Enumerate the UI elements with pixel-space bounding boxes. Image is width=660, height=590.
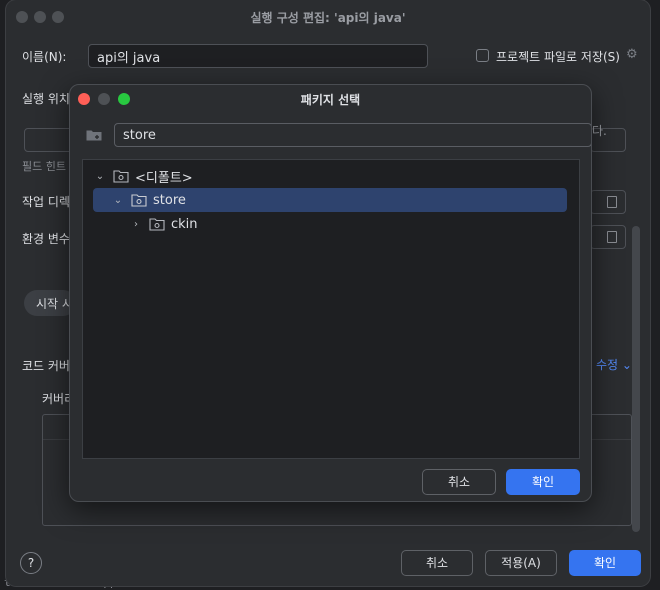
field-hint-label: 필드 힌트 — [22, 160, 66, 173]
chevron-down-icon[interactable]: ⌄ — [93, 169, 107, 183]
modify-link-label: 수정 — [596, 358, 619, 372]
ok-button[interactable]: 확인 — [569, 550, 641, 576]
chevron-down-icon: ⌄ — [621, 358, 632, 372]
package-search-input[interactable] — [114, 123, 591, 147]
tree-node-label: store — [153, 192, 186, 208]
chevron-right-icon[interactable]: › — [129, 217, 143, 231]
window-zoom-button[interactable] — [52, 11, 64, 23]
package-icon — [113, 170, 129, 183]
scrollbar[interactable] — [632, 226, 640, 532]
tree-node-default[interactable]: ⌄ <디폴트> — [93, 164, 563, 188]
tree-node-store[interactable]: ⌄ store — [93, 188, 567, 212]
run-on-label: 실행 위치 — [22, 92, 70, 106]
tree-node-ckin[interactable]: › ckin — [93, 212, 563, 236]
window-minimize-button[interactable] — [34, 11, 46, 23]
truncated-text: 다. — [592, 124, 607, 138]
package-icon — [149, 218, 165, 231]
package-chooser-title: 패키지 선택 — [300, 92, 361, 107]
name-input[interactable] — [88, 44, 428, 68]
env-vars-label: 환경 변수 — [22, 232, 70, 246]
run-config-titlebar: 실행 구성 편집: 'api의 java' — [6, 0, 650, 34]
package-tree: ⌄ <디폴트> ⌄ store › ckin — [82, 159, 580, 459]
package-cancel-button[interactable]: 취소 — [422, 469, 496, 495]
minimize-button[interactable] — [98, 93, 110, 105]
gear-icon[interactable]: ⚙ — [626, 48, 640, 62]
tree-node-label: ckin — [171, 216, 198, 232]
chevron-down-icon[interactable]: ⌄ — [111, 193, 125, 207]
name-label: 이름(N): — [22, 50, 67, 64]
package-chooser-dialog: 패키지 선택 ⌄ <디폴트> ⌄ store › — [69, 84, 592, 502]
modify-link[interactable]: 수정 ⌄ — [596, 356, 632, 373]
help-button[interactable]: ? — [20, 552, 42, 574]
browse-icon[interactable] — [607, 196, 617, 208]
store-as-project-file-label: 프로젝트 파일로 저장(S) — [496, 50, 620, 64]
tree-node-label: <디폴트> — [135, 170, 193, 186]
cancel-button[interactable]: 취소 — [401, 550, 473, 576]
package-ok-button[interactable]: 확인 — [506, 469, 580, 495]
new-folder-icon[interactable] — [86, 129, 102, 141]
edit-env-icon[interactable] — [607, 231, 617, 243]
package-search-row — [84, 123, 591, 149]
startup-pill-label: 시작 시 — [36, 297, 73, 311]
zoom-button[interactable] — [118, 93, 130, 105]
package-chooser-titlebar: 패키지 선택 — [70, 85, 591, 113]
dialog-title: 실행 구성 편집: 'api의 java' — [250, 10, 406, 25]
working-dir-label: 작업 디렉 — [22, 195, 70, 209]
close-button[interactable] — [78, 93, 90, 105]
window-close-button[interactable] — [16, 11, 28, 23]
apply-button[interactable]: 적용(A) — [485, 550, 557, 576]
store-as-project-file-checkbox[interactable] — [476, 49, 489, 62]
code-coverage-label: 코드 커버 — [22, 359, 70, 373]
package-icon — [131, 194, 147, 207]
ghost-field-left[interactable] — [24, 128, 74, 152]
